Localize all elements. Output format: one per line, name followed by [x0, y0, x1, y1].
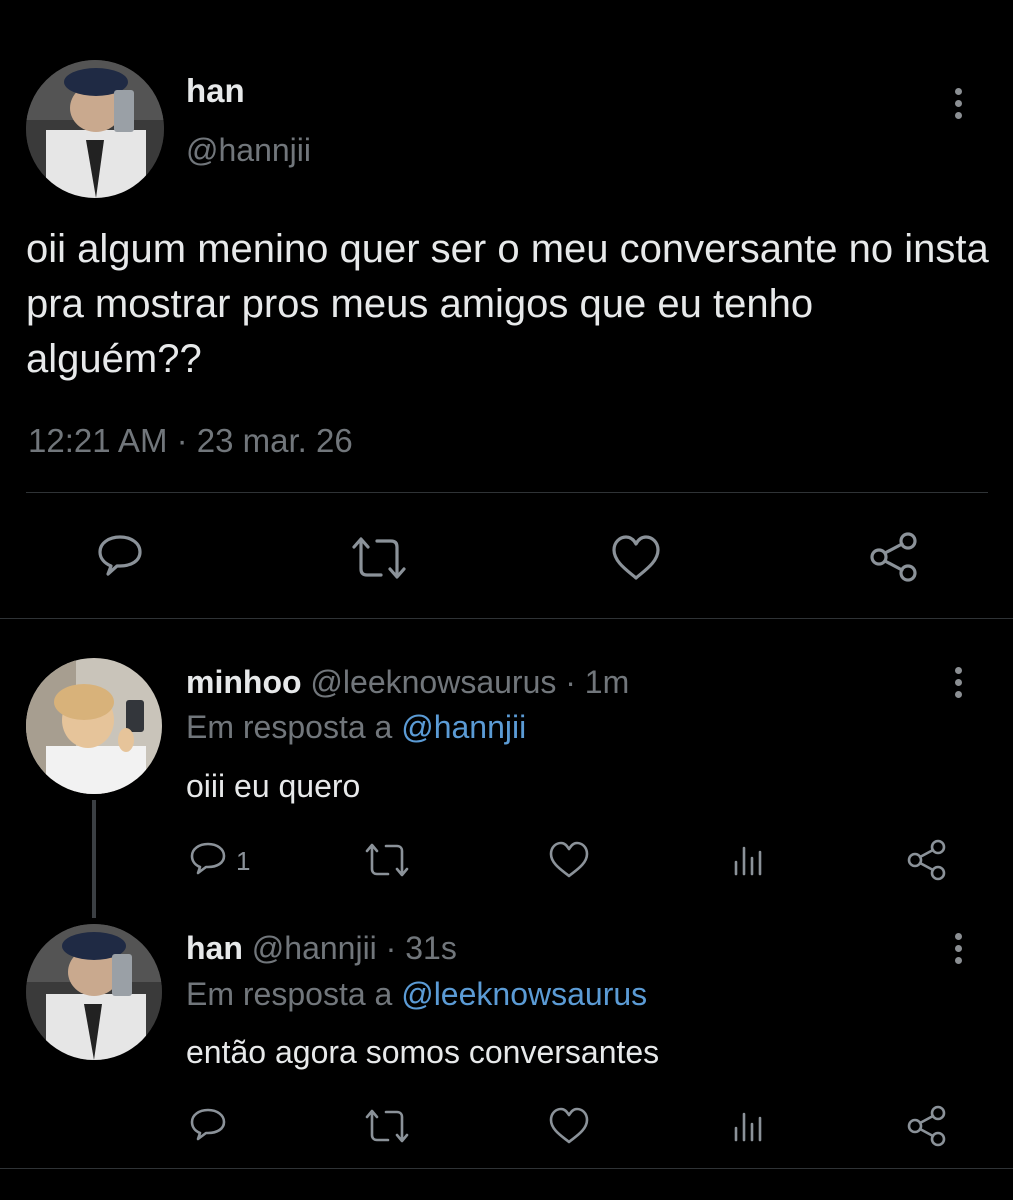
- reply-time[interactable]: · 31s: [386, 930, 457, 966]
- handle[interactable]: @leeknowsaurus: [310, 664, 556, 700]
- avatar[interactable]: [26, 924, 162, 1060]
- retweet-icon[interactable]: [348, 533, 410, 583]
- reply-header: minhoo @leeknowsaurus · 1m: [186, 664, 629, 701]
- avatar[interactable]: [26, 60, 164, 198]
- replying-to: Em resposta a @leeknowsaurus: [186, 976, 647, 1013]
- handle[interactable]: @hannjii: [186, 132, 311, 169]
- replying-label: Em resposta a: [186, 709, 393, 745]
- tweet-text: oii algum menino quer ser o meu conversa…: [26, 227, 989, 381]
- divider: [0, 1168, 1013, 1169]
- reply-icon[interactable]: [95, 533, 145, 583]
- avatar[interactable]: [26, 658, 162, 794]
- reply-text: oiii eu quero: [186, 768, 361, 804]
- retweet-icon[interactable]: [362, 1106, 412, 1146]
- replying-label: Em resposta a: [186, 976, 393, 1012]
- divider: [26, 492, 988, 493]
- share-icon[interactable]: [906, 838, 948, 882]
- thread-line: [92, 800, 96, 918]
- like-icon[interactable]: [548, 840, 590, 880]
- more-vertical-icon[interactable]: [953, 667, 963, 703]
- handle[interactable]: @hannjii: [252, 930, 377, 966]
- analytics-icon[interactable]: [730, 1106, 766, 1146]
- like-icon[interactable]: [548, 1106, 590, 1146]
- retweet-icon[interactable]: [362, 840, 412, 880]
- reply-text: então agora somos conversantes: [186, 1034, 660, 1070]
- reply-time[interactable]: · 1m: [565, 664, 629, 700]
- share-icon[interactable]: [868, 530, 920, 584]
- analytics-icon[interactable]: [730, 840, 766, 880]
- reply-header: han @hannjii · 31s: [186, 930, 457, 967]
- share-icon[interactable]: [906, 1104, 948, 1148]
- tweet-timestamp[interactable]: 12:21 AM · 23 mar. 26: [28, 422, 353, 460]
- mention-link[interactable]: @leeknowsaurus: [401, 976, 647, 1012]
- mention-link[interactable]: @hannjii: [401, 709, 526, 745]
- more-vertical-icon[interactable]: [953, 933, 963, 969]
- replying-to: Em resposta a @hannjii: [186, 709, 526, 746]
- reply-count: 1: [236, 846, 251, 876]
- display-name[interactable]: han: [186, 72, 245, 110]
- more-vertical-icon[interactable]: [953, 88, 963, 124]
- display-name[interactable]: minhoo: [186, 664, 302, 700]
- display-name[interactable]: han: [186, 930, 243, 966]
- like-icon[interactable]: [610, 533, 662, 583]
- divider: [0, 618, 1013, 619]
- reply-icon[interactable]: [188, 1106, 228, 1146]
- reply-icon[interactable]: [188, 840, 228, 880]
